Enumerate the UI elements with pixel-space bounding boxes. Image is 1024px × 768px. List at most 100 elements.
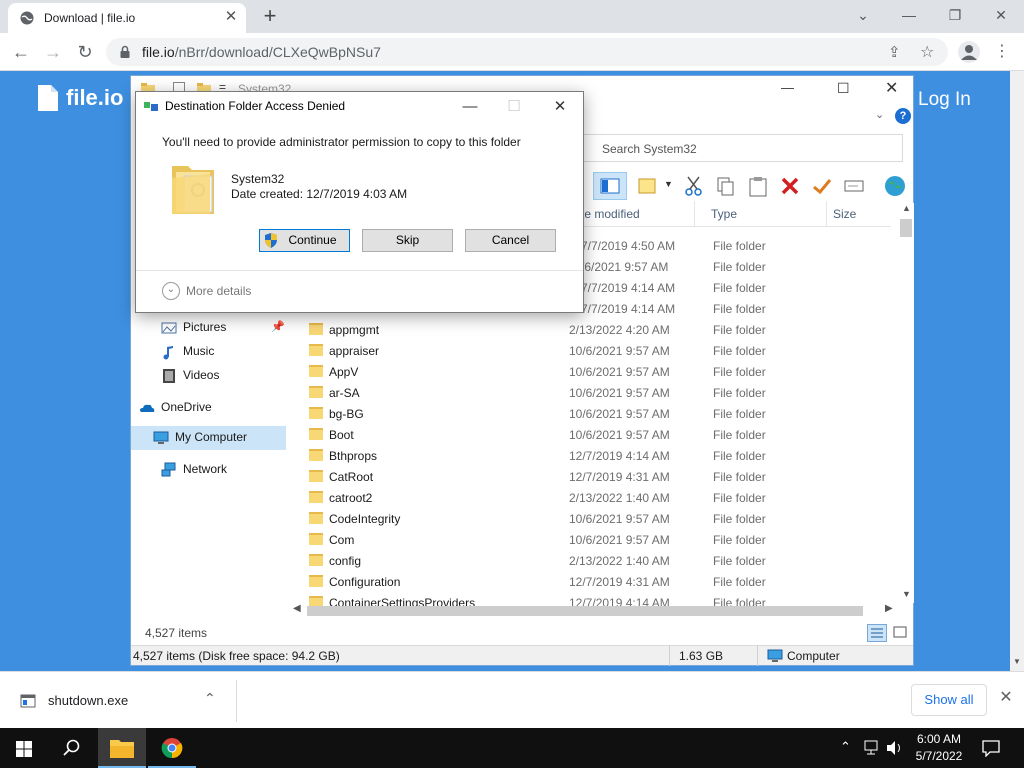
paste-icon[interactable] bbox=[747, 175, 769, 197]
clock-date[interactable]: 5/7/2022 bbox=[914, 749, 964, 763]
file-row[interactable]: Configuration 12/7/2019 4:31 AM File folde… bbox=[301, 572, 901, 593]
minimize-button[interactable]: — bbox=[781, 80, 794, 95]
nav-item-videos[interactable]: Videos bbox=[153, 364, 291, 388]
scroll-thumb[interactable] bbox=[900, 219, 912, 237]
dialog-message: You'll need to provide administrator per… bbox=[162, 135, 521, 149]
reload-button[interactable]: ↻ bbox=[72, 39, 98, 65]
nav-item-my-computer[interactable]: My Computer bbox=[131, 426, 286, 450]
continue-button[interactable]: Continue bbox=[259, 229, 350, 252]
nav-item-pictures[interactable]: Pictures 📌 bbox=[153, 316, 291, 340]
horizontal-scrollbar[interactable]: ◀ ▶ bbox=[291, 603, 899, 619]
windows-logo-icon bbox=[16, 741, 32, 757]
file-row[interactable]: Com 10/6/2021 9:57 AM File folder bbox=[301, 530, 901, 551]
close-button[interactable]: ✕ bbox=[885, 78, 898, 98]
search-input[interactable]: Search System32 bbox=[581, 134, 903, 162]
column-divider[interactable] bbox=[694, 201, 695, 227]
forward-button[interactable]: → bbox=[40, 39, 66, 65]
nav-item-music[interactable]: Music bbox=[153, 340, 291, 364]
profile-avatar[interactable] bbox=[958, 41, 980, 63]
date-column-header[interactable]: te modified bbox=[581, 207, 640, 221]
scroll-down-icon[interactable]: ▼ bbox=[1013, 657, 1021, 666]
large-icons-view-button[interactable] bbox=[891, 624, 909, 642]
show-all-button[interactable]: Show all bbox=[911, 684, 987, 716]
close-window-button[interactable]: ✕ bbox=[978, 0, 1024, 30]
dropdown-icon[interactable]: ▼ bbox=[664, 179, 673, 189]
network-icon[interactable] bbox=[862, 740, 880, 756]
minimize-button[interactable]: — bbox=[452, 94, 488, 120]
tray-chevron-icon[interactable]: ⌃ bbox=[840, 739, 851, 755]
page-scrollbar[interactable]: ▼ bbox=[1010, 71, 1024, 671]
file-date: 10/6/2021 9:57 AM bbox=[569, 512, 670, 526]
file-row[interactable]: bg-BG 10/6/2021 9:57 AM File folder bbox=[301, 404, 901, 425]
restore-button[interactable]: ❐ bbox=[932, 0, 978, 30]
address-bar[interactable]: file.io/nBrr/download/CLXeQwBpNSu7 ⇪ ☆ bbox=[106, 38, 948, 66]
file-row[interactable]: Bthprops 12/7/2019 4:14 AM File folder bbox=[301, 446, 901, 467]
nav-item-network[interactable]: Network bbox=[153, 458, 291, 482]
checkmark-icon[interactable] bbox=[811, 175, 833, 197]
delete-icon[interactable] bbox=[779, 175, 801, 197]
maximize-button[interactable]: ☐ bbox=[837, 80, 850, 97]
lock-icon[interactable] bbox=[118, 45, 132, 59]
file-date: 12/7/2019 4:31 AM bbox=[569, 470, 670, 484]
taskbar-chrome[interactable] bbox=[148, 728, 196, 768]
download-item[interactable]: shutdown.exe ⌃ bbox=[12, 686, 234, 716]
bookmark-star-icon[interactable]: ☆ bbox=[920, 42, 934, 62]
type-column-header[interactable]: Type bbox=[711, 207, 737, 221]
tab-search-icon[interactable]: ⌄ bbox=[840, 0, 886, 30]
file-row[interactable]: AppV 10/6/2021 9:57 AM File folder bbox=[301, 362, 901, 383]
details-view-button[interactable] bbox=[867, 624, 887, 642]
view-options-icon[interactable] bbox=[637, 175, 659, 197]
file-row[interactable]: appmgmt 2/13/2022 4:20 AM File folder bbox=[301, 320, 901, 341]
skip-button[interactable]: Skip bbox=[362, 229, 453, 252]
nav-item-onedrive[interactable]: OneDrive bbox=[131, 396, 269, 420]
search-button[interactable] bbox=[48, 728, 96, 768]
preview-pane-button[interactable] bbox=[593, 172, 627, 200]
rename-icon[interactable] bbox=[843, 175, 865, 197]
file-row[interactable]: catroot2 2/13/2022 1:40 AM File folder bbox=[301, 488, 901, 509]
new-tab-button[interactable]: + bbox=[258, 4, 282, 28]
taskbar-file-explorer[interactable] bbox=[98, 728, 146, 768]
notification-icon[interactable] bbox=[982, 739, 1000, 757]
close-tab-icon[interactable]: ✕ bbox=[222, 8, 240, 26]
file-row[interactable]: config 2/13/2022 1:40 AM File folder bbox=[301, 551, 901, 572]
folder-name: System32 bbox=[231, 172, 285, 186]
cut-icon[interactable] bbox=[683, 175, 705, 197]
file-row[interactable]: ar-SA 10/6/2021 9:57 AM File folder bbox=[301, 383, 901, 404]
size-column-header[interactable]: Size bbox=[833, 207, 856, 221]
help-icon[interactable]: ? bbox=[895, 108, 911, 124]
column-divider[interactable] bbox=[826, 201, 827, 227]
volume-icon[interactable] bbox=[886, 740, 904, 756]
file-row[interactable]: CodeIntegrity 10/6/2021 9:57 AM File folde… bbox=[301, 509, 901, 530]
vertical-scrollbar[interactable]: ▲ ▼ bbox=[898, 203, 914, 603]
start-button[interactable] bbox=[0, 728, 48, 768]
file-row[interactable]: appraiser 10/6/2021 9:57 AM File folder bbox=[301, 341, 901, 362]
back-button[interactable]: ← bbox=[8, 39, 34, 65]
minimize-button[interactable]: — bbox=[886, 0, 932, 30]
browser-tab[interactable]: Download | file.io ✕ bbox=[8, 3, 246, 33]
globe-icon[interactable] bbox=[883, 174, 907, 198]
cancel-button[interactable]: Cancel bbox=[465, 229, 556, 252]
copy-icon[interactable] bbox=[715, 175, 737, 197]
file-row[interactable]: CatRoot 12/7/2019 4:31 AM File folder bbox=[301, 467, 901, 488]
music-icon bbox=[163, 346, 173, 360]
scroll-right-icon[interactable]: ▶ bbox=[885, 603, 893, 614]
pin-icon[interactable]: 📌 bbox=[271, 320, 285, 333]
close-shelf-icon[interactable]: ✕ bbox=[996, 688, 1016, 708]
file-name: Com bbox=[329, 533, 355, 547]
menu-kebab-icon[interactable]: ⋮ bbox=[994, 41, 1010, 61]
scroll-up-icon[interactable]: ▲ bbox=[902, 203, 911, 213]
folder-icon bbox=[110, 740, 134, 758]
share-icon[interactable]: ⇪ bbox=[888, 43, 901, 61]
close-button[interactable]: ✕ bbox=[542, 94, 578, 120]
file-type: File folder bbox=[713, 239, 766, 253]
chevron-up-icon[interactable]: ⌃ bbox=[204, 690, 216, 707]
chevron-down-icon[interactable]: ⌄ bbox=[875, 108, 884, 121]
file-type: File folder bbox=[713, 575, 766, 589]
clock-time[interactable]: 6:00 AM bbox=[914, 732, 964, 746]
file-row[interactable]: Boot 10/6/2021 9:57 AM File folder bbox=[301, 425, 901, 446]
scroll-thumb[interactable] bbox=[307, 606, 863, 616]
scroll-down-icon[interactable]: ▼ bbox=[902, 589, 911, 599]
scroll-left-icon[interactable]: ◀ bbox=[293, 603, 301, 614]
more-details-toggle[interactable]: ⌄ More details bbox=[162, 282, 282, 300]
login-link[interactable]: Log In bbox=[918, 89, 971, 111]
